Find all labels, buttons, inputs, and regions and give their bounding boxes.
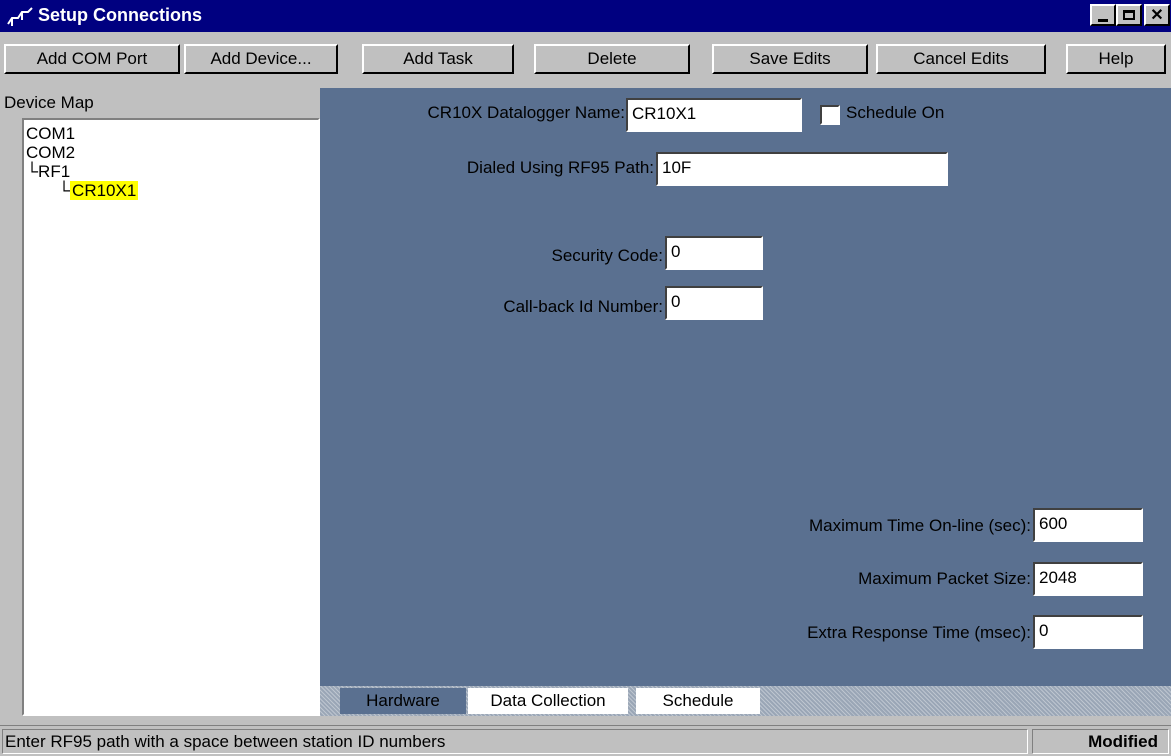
schedule-on-checkbox[interactable]	[820, 105, 840, 125]
tree-item-label: COM2	[26, 143, 76, 162]
minimize-button[interactable]	[1090, 4, 1116, 26]
tab-schedule[interactable]: Schedule	[636, 688, 760, 714]
tree-item-rf1[interactable]: └RF1	[26, 162, 70, 181]
max-packet-size-label: Maximum Packet Size:	[858, 569, 1031, 588]
status-modified-indicator: Modified	[1032, 729, 1169, 754]
security-code-label: Security Code:	[551, 246, 664, 265]
tree-item-label: RF1	[38, 162, 71, 181]
tree-branch-icon: └	[58, 181, 71, 200]
tree-item-com2[interactable]: COM2	[26, 143, 75, 162]
schedule-on-label: Schedule On	[846, 103, 945, 122]
status-message: Enter RF95 path with a space between sta…	[2, 729, 1028, 754]
tree-item-label: CR10X1	[70, 181, 139, 200]
maximize-icon	[1123, 10, 1135, 20]
tab-label: Schedule	[662, 691, 734, 710]
add-task-button[interactable]: Add Task	[362, 44, 514, 74]
app-icon	[7, 7, 33, 26]
window-title: Setup Connections	[38, 5, 203, 25]
datalogger-name-label: CR10X Datalogger Name:	[427, 103, 625, 122]
tree-item-label: COM1	[26, 124, 76, 143]
cancel-edits-button[interactable]: Cancel Edits	[876, 44, 1046, 74]
device-map-label: Device Map	[4, 93, 94, 112]
callback-id-field[interactable]: 0	[665, 286, 763, 320]
add-com-port-button[interactable]: Add COM Port	[4, 44, 180, 74]
device-map-tree[interactable]: COM1 COM2 └RF1 └ CR10X1	[22, 118, 320, 716]
path-field[interactable]: 10F	[656, 152, 948, 186]
callback-id-label: Call-back Id Number:	[503, 297, 663, 316]
security-code-field[interactable]: 0	[665, 236, 763, 270]
datalogger-name-field[interactable]: CR10X1	[626, 98, 802, 132]
max-packet-size-field[interactable]: 2048	[1033, 562, 1143, 596]
path-label: Dialed Using RF95 Path:	[466, 158, 654, 177]
tree-item-com1[interactable]: COM1	[26, 124, 75, 143]
max-time-online-label: Maximum Time On-line (sec):	[809, 516, 1031, 535]
extra-response-time-field[interactable]: 0	[1033, 615, 1143, 649]
close-icon: ✕	[1150, 7, 1164, 24]
max-time-online-field[interactable]: 600	[1033, 508, 1143, 542]
add-device-button[interactable]: Add Device...	[184, 44, 338, 74]
tab-data-collection[interactable]: Data Collection	[468, 688, 628, 714]
tree-item-cr10x1[interactable]: └ CR10X1	[58, 181, 139, 200]
maximize-button[interactable]	[1116, 4, 1142, 26]
save-edits-button[interactable]: Save Edits	[712, 44, 868, 74]
tree-branch-icon: └	[26, 162, 39, 181]
help-button[interactable]: Help	[1066, 44, 1166, 74]
close-button[interactable]: ✕	[1144, 4, 1170, 26]
minimize-icon	[1098, 18, 1108, 22]
delete-button[interactable]: Delete	[534, 44, 690, 74]
tab-hardware[interactable]: Hardware	[340, 688, 466, 714]
extra-response-time-label: Extra Response Time (msec):	[807, 623, 1031, 642]
tab-label: Hardware	[366, 691, 440, 710]
tab-label: Data Collection	[490, 691, 606, 710]
